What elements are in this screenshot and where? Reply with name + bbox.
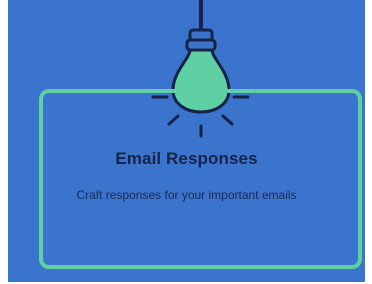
email-responses-card[interactable]: Email Responses Craft responses for your… (8, 0, 365, 282)
card-title: Email Responses (115, 149, 258, 168)
card-subtitle: Craft responses for your important email… (76, 188, 297, 202)
card-border-frame (39, 89, 362, 269)
